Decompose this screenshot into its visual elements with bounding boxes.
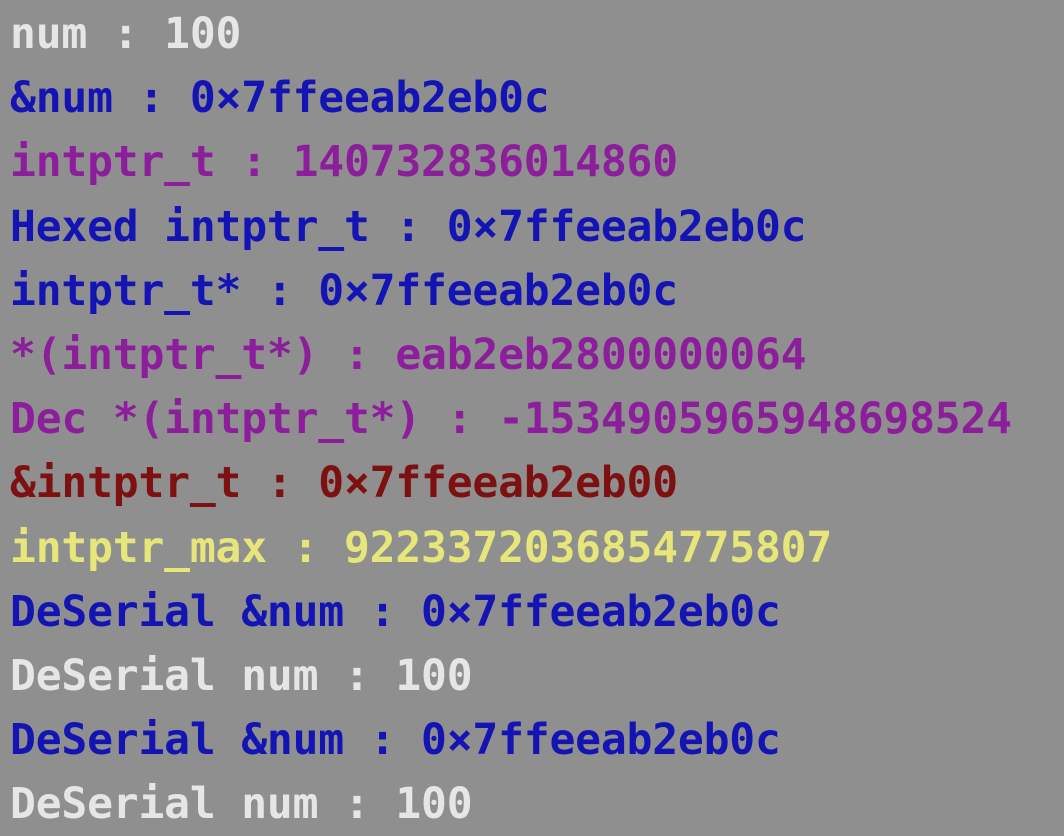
terminal-output: num : 100 &num : 0×7ffeeab2eb0c intptr_t… (0, 0, 1064, 834)
output-line-deserial-num: DeSerial num : 100 (10, 650, 473, 701)
output-line-intptr: intptr_t : 140732836014860 (10, 137, 678, 188)
output-line-hexed-intptr: Hexed intptr_t : 0×7ffeeab2eb0c (10, 201, 807, 252)
output-line-intptr-max: intptr_max : 9223372036854775807 (10, 522, 833, 573)
output-line-deref-intptr-pointer: *(intptr_t*) : eab2eb2800000064 (10, 329, 807, 380)
output-line-dec-deref-intptr-pointer: Dec *(intptr_t*) : -1534905965948698524 (10, 394, 1012, 445)
output-line-intptr-address: &intptr_t : 0×7ffeeab2eb00 (10, 458, 678, 509)
output-line-deserial-num-address: DeSerial &num : 0×7ffeeab2eb0c (10, 586, 781, 637)
output-line-deserial-num-2: DeSerial num : 100 (10, 779, 473, 830)
output-line-num-address: &num : 0×7ffeeab2eb0c (10, 73, 550, 124)
output-line-num: num : 100 (10, 9, 242, 59)
output-line-deserial-num-address-2: DeSerial &num : 0×7ffeeab2eb0c (10, 715, 781, 766)
output-line-intptr-pointer: intptr_t* : 0×7ffeeab2eb0c (10, 265, 678, 316)
